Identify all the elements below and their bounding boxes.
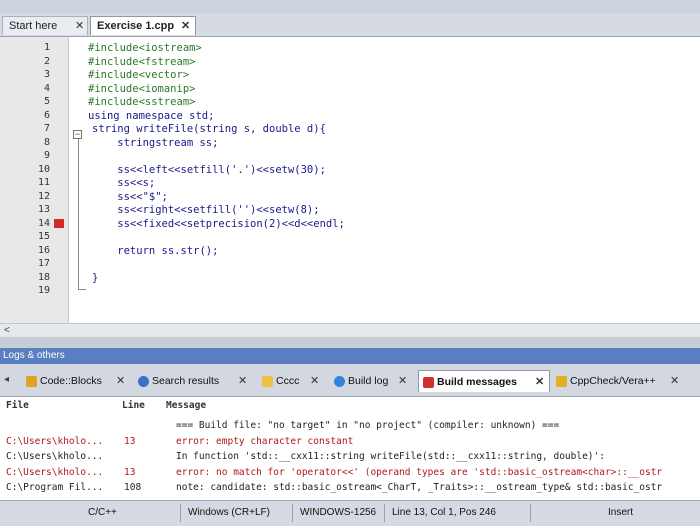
- log-message-cell: note: candidate: std::basic_ostream<_Cha…: [176, 482, 663, 493]
- code-line[interactable]: }: [92, 270, 98, 286]
- log-message-cell: === Build file: "no target" in "no proje…: [176, 420, 560, 431]
- log-message-cell: error: empty character constant: [176, 435, 354, 447]
- status-divider: [292, 504, 293, 522]
- log-line-cell: 13: [124, 466, 136, 478]
- status-eol: Windows (CR+LF): [188, 507, 270, 518]
- tab-cppcheck-vera[interactable]: CppCheck/Vera++ ✕: [552, 370, 692, 392]
- log-file-cell: C:\Users\kholo...: [6, 435, 104, 447]
- log-line-cell: 13: [124, 435, 136, 447]
- close-icon[interactable]: ✕: [670, 370, 679, 392]
- tab-codeblocks[interactable]: Code::Blocks ✕: [22, 370, 130, 392]
- fold-line: [78, 139, 79, 289]
- close-icon[interactable]: ✕: [238, 370, 247, 392]
- close-icon[interactable]: ✕: [310, 370, 319, 392]
- close-icon[interactable]: ✕: [535, 371, 544, 393]
- code-editor[interactable]: 1 #include<iostream> 2 #include<fstream> 3 #i…: [0, 37, 700, 323]
- log-file-cell: C:\Users\kholo...: [6, 466, 104, 478]
- status-divider: [180, 504, 181, 522]
- close-icon[interactable]: ✕: [181, 17, 190, 35]
- panel-splitter[interactable]: [0, 337, 700, 348]
- cppcheck-icon: [556, 375, 567, 387]
- breakpoint-marker[interactable]: [54, 219, 64, 228]
- tab-search-results[interactable]: Search results ✕: [134, 370, 252, 392]
- column-header-file[interactable]: File: [6, 400, 29, 411]
- build-messages-icon: [423, 376, 434, 388]
- scroll-left-icon[interactable]: <: [4, 324, 10, 338]
- search-icon: [138, 375, 149, 387]
- column-header-line[interactable]: Line: [122, 400, 145, 411]
- tab-cccc[interactable]: Cccc ✕: [258, 370, 326, 392]
- editor-tab-bar: Start here ✕ Exercise 1.cpp ✕: [0, 14, 700, 37]
- status-language: C/C++: [88, 507, 117, 518]
- line-number[interactable]: 19: [0, 283, 50, 299]
- code-line[interactable]: return ss.str();: [92, 243, 218, 259]
- close-icon[interactable]: ✕: [116, 370, 125, 392]
- status-divider: [384, 504, 385, 522]
- column-header-message[interactable]: Message: [166, 400, 206, 411]
- fold-toggle-icon[interactable]: −: [73, 130, 82, 139]
- logs-tab-bar: ◂ Code::Blocks ✕ Search results ✕ Cccc ✕…: [0, 364, 700, 397]
- tab-label: Exercise 1.cpp: [97, 20, 175, 32]
- logs-panel-header: Logs & others: [0, 348, 700, 364]
- log-line-cell: 108: [124, 482, 142, 493]
- pencil-icon: [262, 375, 273, 387]
- status-encoding: WINDOWS-1256: [300, 507, 377, 518]
- horizontal-scrollbar[interactable]: <: [0, 323, 700, 338]
- status-insert-mode: Insert: [608, 507, 634, 518]
- build-messages-table: File Line Message === Build file: "no ta…: [0, 397, 700, 500]
- log-file-cell: C:\Program Fil...: [6, 482, 104, 493]
- tab-build-messages[interactable]: Build messages ✕: [418, 370, 550, 392]
- log-message-cell: error: no match for 'operator<<' (operan…: [176, 466, 663, 478]
- fold-line-end: [78, 289, 86, 290]
- status-bar: C/C++ Windows (CR+LF) WINDOWS-1256 Line …: [0, 500, 700, 526]
- tab-build-log[interactable]: Build log ✕: [330, 370, 412, 392]
- codeblocks-icon: [26, 375, 37, 387]
- code-line[interactable]: ss<<fixed<<setprecision(2)<<d<<endl;: [92, 216, 345, 232]
- tab-label: Start here: [9, 20, 58, 32]
- tab-scroll-left-icon[interactable]: ◂: [4, 374, 9, 385]
- code-line[interactable]: stringstream ss;: [92, 135, 218, 151]
- status-divider: [530, 504, 531, 522]
- tab-start-here[interactable]: Start here ✕: [2, 16, 88, 35]
- status-cursor-position: Line 13, Col 1, Pos 246: [392, 507, 496, 518]
- close-icon[interactable]: ✕: [398, 370, 407, 392]
- tab-exercise-1-cpp[interactable]: Exercise 1.cpp ✕: [90, 16, 196, 35]
- close-icon[interactable]: ✕: [75, 17, 84, 35]
- log-file-cell: C:\Users\kholo...: [6, 451, 104, 462]
- build-log-icon: [334, 375, 345, 387]
- log-message-cell: In function 'std::__cxx11::string writeF…: [176, 451, 605, 462]
- toolbar-strip: [0, 0, 700, 15]
